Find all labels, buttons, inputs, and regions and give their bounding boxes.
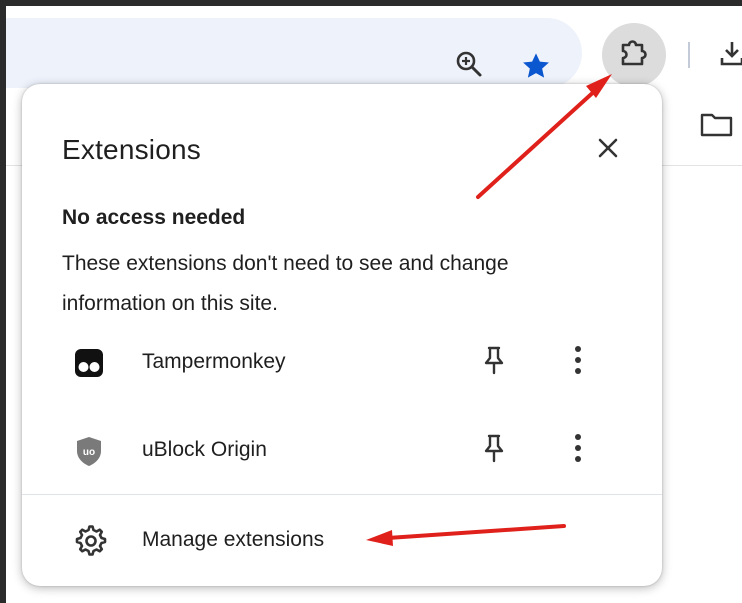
pin-icon [481, 345, 507, 380]
pin-button[interactable] [476, 344, 512, 380]
extensions-puzzle-icon [617, 36, 651, 75]
browser-toolbar [6, 6, 742, 88]
bookmark-star-icon[interactable] [519, 49, 553, 83]
extensions-button[interactable] [602, 23, 666, 87]
pin-button[interactable] [476, 432, 512, 468]
section-title: No access needed [62, 206, 246, 229]
zoom-icon[interactable] [452, 47, 486, 81]
manage-extensions-button[interactable]: Manage extensions [22, 512, 662, 570]
extension-row-ublock-origin[interactable]: uo uBlock Origin [22, 418, 662, 482]
download-icon[interactable] [718, 38, 742, 70]
ublock-origin-icon: uo [72, 434, 106, 468]
popup-title: Extensions [62, 134, 201, 165]
extension-name: uBlock Origin [142, 438, 267, 461]
gear-icon [74, 524, 108, 558]
extension-name: Tampermonkey [142, 350, 286, 373]
address-bar[interactable] [6, 18, 582, 88]
pin-icon [481, 433, 507, 468]
section-description: These extensions don't need to see and c… [62, 252, 509, 315]
more-options-button[interactable] [562, 432, 594, 468]
svg-text:uo: uo [83, 447, 95, 458]
more-vertical-icon [573, 432, 583, 469]
manage-extensions-label: Manage extensions [142, 528, 325, 551]
more-vertical-icon [573, 344, 583, 381]
divider [22, 494, 662, 495]
folder-icon[interactable] [700, 112, 734, 143]
close-button[interactable] [590, 132, 626, 168]
extension-row-tampermonkey[interactable]: Tampermonkey [22, 330, 662, 394]
more-options-button[interactable] [562, 344, 594, 380]
extensions-popup: Extensions No access needed These extens… [22, 84, 662, 586]
close-icon [596, 136, 620, 165]
toolbar-divider [688, 42, 690, 68]
tampermonkey-icon [72, 346, 106, 380]
